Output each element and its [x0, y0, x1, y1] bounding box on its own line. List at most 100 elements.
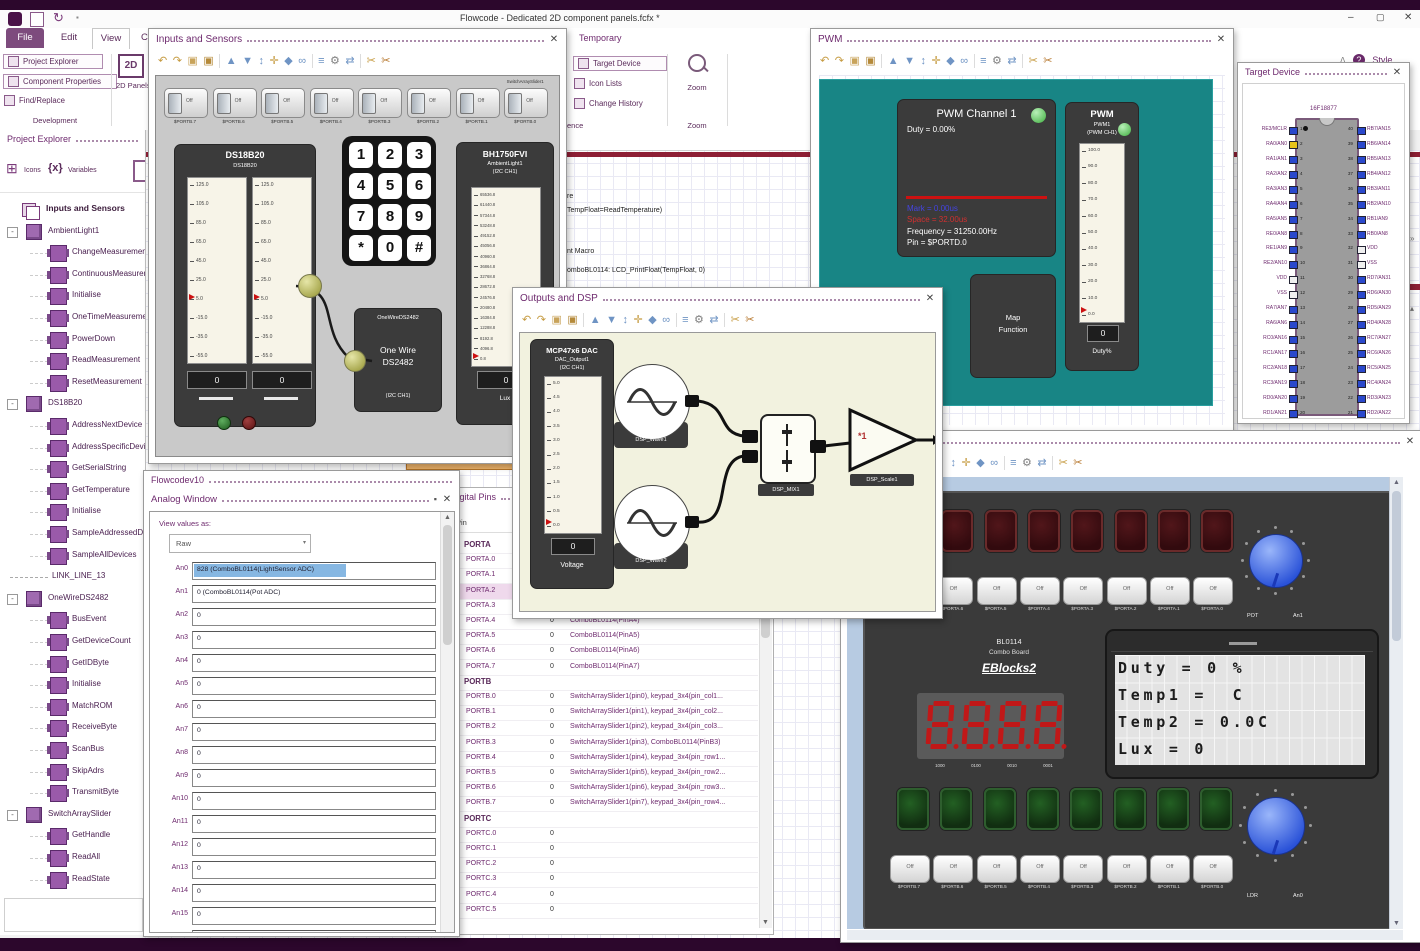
- group-titlebar[interactable]: Flowcodev10: [144, 471, 459, 489]
- icons-grid-icon[interactable]: ⊞: [6, 160, 18, 177]
- port-switch-button[interactable]: Off: [1149, 577, 1190, 605]
- cut-icon[interactable]: ✂: [367, 55, 376, 67]
- port-switch-button[interactable]: Off: [1149, 855, 1190, 883]
- analog-value-field[interactable]: 0: [192, 608, 436, 626]
- analog-value-field[interactable]: 0: [192, 631, 436, 649]
- expand-toggle-icon[interactable]: -: [7, 226, 18, 238]
- window-titlebar[interactable]: PWM ✕: [811, 29, 1233, 49]
- swap-icon[interactable]: ⇄: [709, 314, 718, 326]
- digital-pin-row[interactable]: PORTC.2 0: [444, 857, 758, 874]
- inputs-sensors-window[interactable]: Inputs and Sensors ✕ ↶ ↷ ▣ ▣ ▲ ▼ ↕ ✛ ◆ ∞ ≡ ⚙ ⇄ ✂ ✂ DS1…: [148, 28, 567, 464]
- port-switch-button[interactable]: Off: [890, 855, 930, 883]
- pin-pad-icon[interactable]: [1357, 395, 1366, 404]
- tree-macro-item[interactable]: ReadMeasurement: [0, 351, 145, 372]
- digital-pin-row[interactable]: PORTC.5 0: [444, 903, 758, 919]
- digital-pin-row[interactable]: PORTB.3 0 SwitchArraySlider1(pin3), ComboB…: [444, 736, 758, 752]
- pin-pad-icon[interactable]: [1289, 260, 1298, 269]
- digital-pin-row[interactable]: PORTB.5 0 SwitchArraySlider1(pin5), keypad…: [444, 766, 758, 782]
- analog-value-field[interactable]: 0: [192, 861, 436, 879]
- keypad-key-6[interactable]: 6: [407, 173, 431, 199]
- analog-window-group[interactable]: Flowcodev10 Analog Window ▪ ✕ View value…: [143, 470, 460, 937]
- pan-icon[interactable]: ✛: [270, 55, 279, 67]
- close-icon[interactable]: ✕: [925, 293, 935, 304]
- pin-pad-icon[interactable]: [1289, 201, 1298, 210]
- ldr-knob[interactable]: [1237, 787, 1313, 863]
- port-switch-button[interactable]: Off: [1193, 577, 1234, 605]
- flip-icon[interactable]: ↕: [921, 55, 927, 67]
- keypad-key-3[interactable]: 3: [407, 142, 431, 168]
- tree-macro-item[interactable]: Initialise: [0, 286, 145, 307]
- pin-pad-icon[interactable]: [1289, 171, 1298, 180]
- bring-front-icon[interactable]: ▲: [226, 55, 237, 67]
- scroll-down-icon[interactable]: ▼: [1393, 920, 1400, 927]
- flip-icon[interactable]: ↕: [623, 314, 629, 326]
- scroll-right-icon[interactable]: »: [1410, 234, 1414, 243]
- pin-pad-icon[interactable]: [1357, 186, 1366, 195]
- tree-macro-item[interactable]: BusEvent: [0, 610, 145, 631]
- window-titlebar[interactable]: Inputs and Sensors ✕: [149, 29, 566, 49]
- keypad-key-*[interactable]: *: [349, 235, 373, 261]
- redo-icon[interactable]: ↷: [173, 55, 182, 67]
- port-switch-button[interactable]: Off: [1106, 577, 1147, 605]
- analog-value-field[interactable]: 0: [192, 746, 436, 764]
- keypad-key-5[interactable]: 5: [378, 173, 402, 199]
- tree-macro-item[interactable]: GetHandle: [0, 826, 145, 847]
- scroll-up-icon[interactable]: ▲: [1393, 479, 1400, 486]
- pin-pad-icon[interactable]: [1357, 305, 1366, 314]
- pwm-channel-box[interactable]: PWM Channel 1 Duty = 0.00% Mark = 0.00us…: [897, 99, 1056, 257]
- scroll-thumb[interactable]: [1392, 491, 1401, 641]
- pin-pad-icon[interactable]: [1289, 395, 1298, 404]
- onewire-component[interactable]: OneWireDS2482 One Wire DS2482 (I2C CH1): [354, 308, 442, 412]
- tree-macro-item[interactable]: ResetMeasurement: [0, 373, 145, 394]
- toggle-switch[interactable]: Off: [164, 88, 208, 118]
- pin-pad-icon[interactable]: [1289, 156, 1298, 165]
- tree-component-item[interactable]: - AmbientLight1: [0, 222, 145, 243]
- send-back-icon[interactable]: ▼: [904, 55, 915, 67]
- pin-pad-icon[interactable]: [1289, 335, 1298, 344]
- scrollbar-vertical[interactable]: ▲ ▼: [1389, 477, 1403, 929]
- slider-scale[interactable]: 100.0 90.0 80.0 70.0 60.0 50.0 40.0 30.0 20.0 10.…: [1079, 143, 1125, 323]
- swap-icon[interactable]: ⇄: [345, 55, 354, 67]
- list-icon[interactable]: ≡: [682, 314, 688, 326]
- port-switch-button[interactable]: Off: [1193, 855, 1234, 883]
- pin-icon[interactable]: ▪: [434, 494, 437, 504]
- keypad-key-7[interactable]: 7: [349, 204, 373, 230]
- component-properties-button[interactable]: Component Properties: [3, 74, 117, 89]
- close-icon[interactable]: ✕: [1216, 34, 1226, 45]
- digital-pin-row[interactable]: PORTC.1 0: [444, 842, 758, 858]
- keypad-key-1[interactable]: 1: [349, 142, 373, 168]
- toggle-switch[interactable]: Off: [504, 88, 549, 118]
- pin-pad-icon[interactable]: [1289, 231, 1298, 239]
- port-switch-button[interactable]: Off: [1019, 577, 1060, 605]
- wire-node-icon[interactable]: [344, 350, 366, 372]
- panel-titlebar[interactable]: Analog Window ▪ ✕: [144, 489, 459, 509]
- pin-pad-icon[interactable]: [1357, 126, 1366, 135]
- target-device-window[interactable]: Target Device ✕ 16F18877 RE3/MCLR 1 40 RB7/…: [1237, 62, 1410, 424]
- port-switch-button[interactable]: Off: [1019, 855, 1060, 883]
- tree-macro-item[interactable]: SkipAdrs: [0, 762, 145, 783]
- send-back-icon[interactable]: ▼: [606, 314, 617, 326]
- flip-icon[interactable]: ↕: [259, 55, 265, 67]
- change-history-toggle[interactable]: Change History: [574, 98, 643, 109]
- anchor-icon[interactable]: ◆: [648, 314, 656, 326]
- send-back-icon[interactable]: ▼: [242, 55, 253, 67]
- cut-icon[interactable]: ✂: [1059, 457, 1068, 469]
- scrollbar-horizontal[interactable]: [847, 930, 1403, 940]
- slider-pointer-icon[interactable]: [473, 353, 479, 360]
- tree-macro-item[interactable]: GetDeviceCount: [0, 632, 145, 653]
- pin-pad-icon[interactable]: [1357, 201, 1366, 210]
- digital-pin-row[interactable]: PORTB.7 0 SwitchArraySlider1(pin7), keypad…: [444, 796, 758, 813]
- analog-value-field[interactable]: 0: [192, 792, 436, 810]
- overflow-dot-icon[interactable]: ▪: [76, 13, 79, 22]
- tree-macro-item[interactable]: ReadAll: [0, 848, 145, 869]
- flip-icon[interactable]: ↕: [951, 457, 957, 469]
- dsp-canvas[interactable]: MCP47x6 DAC DAC_Output1 (I2C CH1) 0 Volt…: [519, 332, 936, 612]
- inputs-canvas[interactable]: DS18B20 DS18B20 0 0 125.0 105.0 85.0 65.0 45…: [155, 75, 560, 457]
- analog-value-field[interactable]: 0: [192, 907, 436, 925]
- slider-scale[interactable]: 5.0 4.5 4.0 3.5 3.0 2.5 2.0 1.5 1.0 0.5 0.0: [544, 376, 602, 534]
- loop-icon[interactable]: ∞: [298, 55, 306, 67]
- port-switch-button[interactable]: Off: [1063, 577, 1104, 605]
- analog-value-field[interactable]: 0: [192, 769, 436, 787]
- bring-front-icon[interactable]: ▲: [590, 314, 601, 326]
- pwm-slider-component[interactable]: PWM PWM1 (PWM CH1) 0 Duty% 100.0 90.0 80.0…: [1065, 102, 1139, 371]
